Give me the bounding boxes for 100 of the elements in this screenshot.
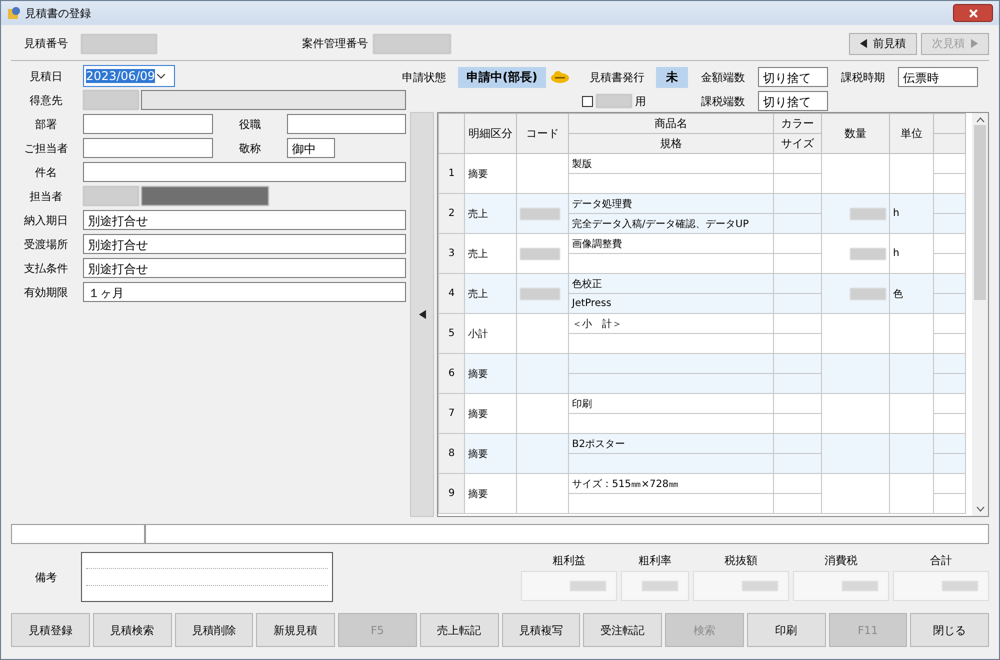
table-cell xyxy=(890,394,934,434)
app-icon xyxy=(7,6,21,20)
row-number: 8 xyxy=(438,434,464,474)
table-cell xyxy=(934,254,966,274)
blurred-text xyxy=(83,186,139,206)
scroll-down-icon[interactable] xyxy=(976,506,984,512)
blurred-text xyxy=(842,581,878,591)
field-label: 合計 xyxy=(930,553,952,568)
field-label: 支払条件 xyxy=(23,260,69,276)
field-label: 粗利益 xyxy=(552,553,586,568)
row-number: 2 xyxy=(438,194,464,234)
field-label: 金額端数 xyxy=(700,70,746,84)
subject-field[interactable] xyxy=(83,162,406,182)
text-field[interactable]: 別途打合せ xyxy=(83,258,406,278)
blurred-text xyxy=(596,94,632,108)
table-cell: 摘要 xyxy=(464,154,516,194)
scrollbar[interactable] xyxy=(972,113,988,516)
field-label: 部署 xyxy=(34,116,58,132)
function-button[interactable]: 新規見積 xyxy=(256,613,335,647)
row-number: 5 xyxy=(438,314,464,354)
table-cell xyxy=(934,354,966,374)
table-cell xyxy=(934,154,966,174)
blurred-text xyxy=(942,581,978,591)
function-button[interactable]: 閉じる xyxy=(910,613,989,647)
close-icon xyxy=(968,8,978,18)
field-label: 税抜額 xyxy=(724,553,758,568)
row-number: 6 xyxy=(438,354,464,394)
column-header: サイズ xyxy=(774,134,822,154)
table-cell: 完全データ入稿/データ確認、データUP xyxy=(568,214,774,234)
function-button[interactable]: 印刷 xyxy=(746,613,826,647)
table-cell: データ処理費 xyxy=(568,194,774,214)
field-label: ご担当者 xyxy=(23,140,69,156)
field-label: 敬称 xyxy=(238,140,262,156)
table-cell xyxy=(822,474,890,514)
field-label: 見積日 xyxy=(28,68,64,84)
function-button[interactable]: 見積複写 xyxy=(502,613,580,647)
field-label: 粗利率 xyxy=(638,553,672,568)
row-number: 7 xyxy=(438,394,464,434)
rounding-field[interactable]: 切り捨て xyxy=(758,91,828,111)
blurred-text xyxy=(83,90,139,110)
blurred-text xyxy=(570,581,606,591)
field-label: 案件管理番号 xyxy=(301,36,369,51)
table-cell xyxy=(934,434,966,454)
cloud-icon xyxy=(550,71,570,83)
table-cell: JetPress xyxy=(568,294,774,314)
remarks-field[interactable] xyxy=(81,552,333,602)
date-field[interactable]: 2023/06/09 xyxy=(83,65,175,87)
column-header: 明細区分 xyxy=(464,114,516,154)
table-cell xyxy=(774,394,822,414)
table-cell: B2ポスター xyxy=(568,434,774,454)
table-cell xyxy=(934,394,966,414)
field-label: 得意先 xyxy=(28,92,64,108)
text-field[interactable]: 別途打合せ xyxy=(83,210,406,230)
row-number: 3 xyxy=(438,234,464,274)
table-cell: 小計 xyxy=(464,314,516,354)
honorific-field[interactable]: 御中 xyxy=(287,138,335,158)
table-cell xyxy=(934,494,966,514)
table-cell xyxy=(934,314,966,334)
blurred-text xyxy=(850,248,886,260)
table-cell xyxy=(774,494,822,514)
tax-timing-field[interactable]: 伝票時 xyxy=(898,67,978,87)
table-cell: 売上 xyxy=(464,194,516,234)
blurred-text xyxy=(520,248,560,260)
table-cell xyxy=(934,414,966,434)
column-header: 単位 xyxy=(890,114,934,154)
table-cell xyxy=(934,174,966,194)
scroll-up-icon[interactable] xyxy=(976,117,984,123)
table-cell: サイズ：515㎜×728㎜ xyxy=(568,474,774,494)
contact-field[interactable] xyxy=(83,138,213,158)
customer-field[interactable] xyxy=(141,90,406,110)
table-cell xyxy=(934,194,966,214)
table-cell: 売上 xyxy=(464,274,516,314)
table-cell: 摘要 xyxy=(464,354,516,394)
position-field[interactable] xyxy=(287,114,406,134)
close-button[interactable] xyxy=(953,4,993,22)
table-cell: 摘要 xyxy=(464,434,516,474)
checkbox[interactable] xyxy=(582,96,593,106)
rounding-field[interactable]: 切り捨て xyxy=(758,67,828,87)
table-cell xyxy=(934,454,966,474)
blurred-text xyxy=(642,581,678,591)
table-cell xyxy=(890,354,934,394)
function-button[interactable]: 見積削除 xyxy=(174,613,254,647)
column-header: 規格 xyxy=(568,134,774,154)
field-label: 課税端数 xyxy=(700,94,746,108)
blurred-text xyxy=(520,288,560,300)
row-number: 4 xyxy=(438,274,464,314)
table-cell xyxy=(774,174,822,194)
function-button[interactable]: 見積登録 xyxy=(11,613,90,647)
text-field[interactable]: １ヶ月 xyxy=(83,282,406,302)
department-field[interactable] xyxy=(83,114,213,134)
right-arrow-icon xyxy=(971,39,978,48)
previous-button[interactable]: 前見積 xyxy=(849,32,917,54)
function-button[interactable]: 受注転記 xyxy=(583,613,662,647)
table-cell xyxy=(890,434,934,474)
text-field[interactable]: 別途打合せ xyxy=(83,234,406,254)
field-label: 納入期日 xyxy=(23,212,69,228)
table-cell xyxy=(890,474,934,514)
table-cell xyxy=(934,374,966,394)
function-button[interactable]: 見積検索 xyxy=(92,613,172,647)
function-button[interactable]: 売上転記 xyxy=(420,613,498,647)
